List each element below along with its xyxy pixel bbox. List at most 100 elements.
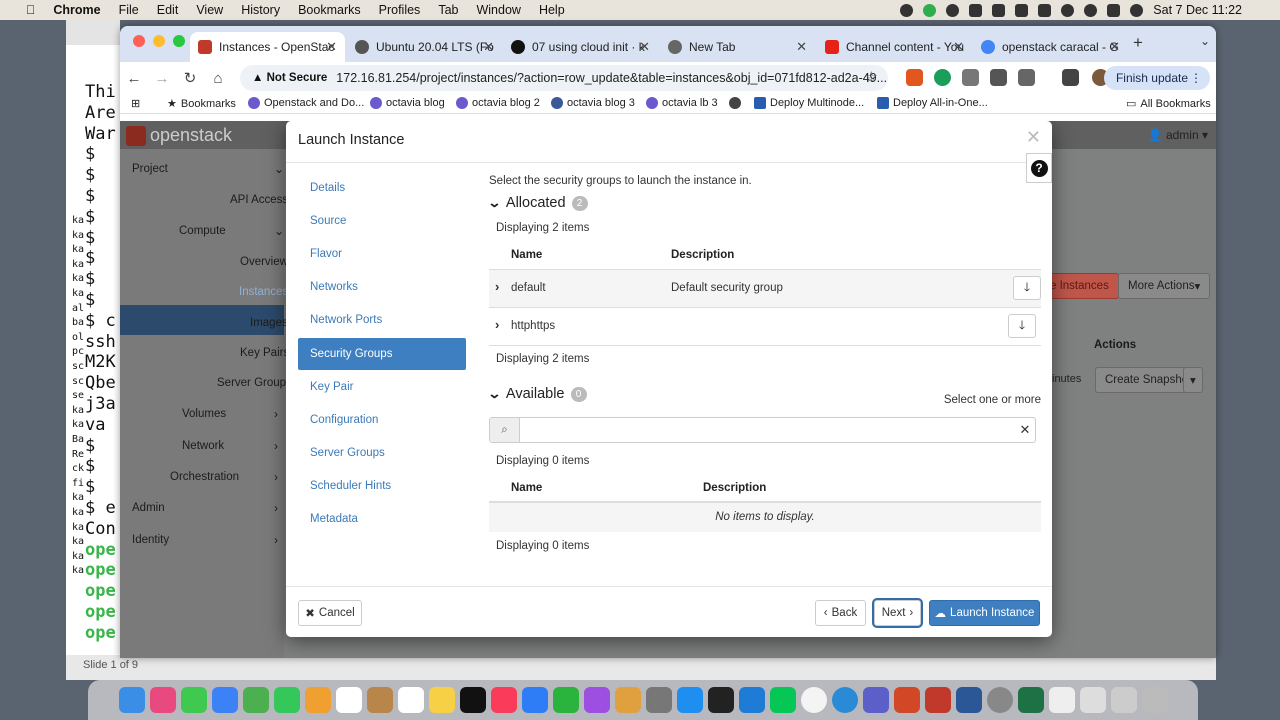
- allocated-header[interactable]: ⌄ Allocated 2: [487, 195, 588, 211]
- tex-icon[interactable]: [986, 687, 1013, 713]
- bookmark-octavia-blog-2[interactable]: octavia blog 2: [456, 97, 540, 109]
- bookmark-star-icon[interactable]: ☆: [865, 68, 878, 86]
- menu-history[interactable]: History: [241, 3, 280, 17]
- bookmark-octavia-blog-3[interactable]: octavia blog 3: [551, 97, 635, 109]
- sidebar-item-compute[interactable]: Compute: [179, 225, 226, 237]
- tab-instances[interactable]: Instances - OpenStac ✕: [190, 32, 345, 62]
- messages-icon[interactable]: [180, 687, 207, 713]
- system-settings-icon[interactable]: [645, 687, 672, 713]
- photos-icon[interactable]: [304, 687, 331, 713]
- wizard-step-source[interactable]: Source: [298, 205, 466, 237]
- powerpoint-icon[interactable]: [893, 687, 920, 713]
- wizard-step-configuration[interactable]: Configuration: [298, 404, 466, 436]
- extensions-puzzle-icon[interactable]: [1018, 69, 1035, 86]
- extension-qr-icon[interactable]: [990, 69, 1007, 86]
- trash-icon[interactable]: [1141, 687, 1168, 713]
- extension-sc-icon[interactable]: [906, 69, 923, 86]
- close-tab-icon[interactable]: ✕: [326, 39, 337, 55]
- menu-edit[interactable]: Edit: [157, 3, 179, 17]
- clear-search-icon[interactable]: ✕: [1015, 418, 1035, 442]
- sidebar-item-overview[interactable]: Overview: [240, 256, 288, 268]
- bookmark-deploy-multinode[interactable]: Deploy Multinode...: [754, 97, 864, 109]
- forward-arrow-icon[interactable]: →: [148, 70, 176, 87]
- sidebar-item-admin[interactable]: Admin: [132, 502, 165, 514]
- launch-instance-button[interactable]: ☁ Launch Instance: [929, 600, 1040, 626]
- deallocate-button[interactable]: 🡓: [1013, 276, 1041, 300]
- tab-google[interactable]: openstack caracal - G ✕: [973, 32, 1128, 62]
- user-menu[interactable]: 👤 admin ▾: [1148, 128, 1208, 142]
- bookmark-octavia-lb-3[interactable]: octavia lb 3: [646, 97, 718, 109]
- menu-app-name[interactable]: Chrome: [53, 3, 100, 17]
- zoom-window-button[interactable]: [173, 35, 185, 47]
- finder-icon[interactable]: [118, 687, 145, 713]
- menu-help[interactable]: Help: [539, 3, 565, 17]
- terminal-icon[interactable]: [707, 687, 734, 713]
- reload-icon[interactable]: ↻: [176, 69, 204, 87]
- apps-grid-icon[interactable]: ⊞: [131, 97, 140, 110]
- menu-profiles[interactable]: Profiles: [379, 3, 421, 17]
- edge-icon[interactable]: [831, 687, 858, 713]
- wizard-step-key-pair[interactable]: Key Pair: [298, 371, 466, 403]
- notes-icon[interactable]: [428, 687, 455, 713]
- tab-search-icon[interactable]: ⌄: [1200, 34, 1210, 48]
- preview-icon[interactable]: [1048, 687, 1075, 713]
- line-app-icon[interactable]: [769, 687, 796, 713]
- sidebar-item-instances[interactable]: Instances: [239, 286, 288, 298]
- background-terminal[interactable]: Thi Are War $ $ $ $ $ $ $ $ $ c ssh M2K Qbe j3a va $ $ $ $ e…: [66, 20, 120, 680]
- url-text[interactable]: 172.16.81.254/project/instances/?action=…: [336, 71, 887, 85]
- wizard-step-server-groups[interactable]: Server Groups: [298, 437, 466, 469]
- maps-icon[interactable]: [242, 687, 269, 713]
- wifi-icon[interactable]: [1061, 3, 1075, 17]
- display-icon[interactable]: [992, 3, 1006, 17]
- sidebar-item-orchestration[interactable]: Orchestration: [170, 471, 239, 483]
- excel-icon[interactable]: [1017, 687, 1044, 713]
- tab-youtube[interactable]: Channel content - You ✕: [817, 32, 972, 62]
- menu-window[interactable]: Window: [476, 3, 520, 17]
- download-icon[interactable]: [1062, 69, 1079, 86]
- documents-icon[interactable]: [1079, 687, 1106, 713]
- numbers-icon[interactable]: [552, 687, 579, 713]
- wizard-step-metadata[interactable]: Metadata: [298, 503, 466, 535]
- more-actions-button[interactable]: More Actions ▾: [1118, 273, 1211, 299]
- spotlight-icon[interactable]: [1084, 3, 1098, 17]
- bookmark-octavia-blog[interactable]: octavia blog: [370, 97, 445, 109]
- bookmark-bookmarks[interactable]: ★ Bookmarks: [167, 97, 236, 111]
- teams-icon[interactable]: [862, 687, 889, 713]
- close-tab-icon[interactable]: ✕: [796, 39, 807, 55]
- pages-icon[interactable]: [614, 687, 641, 713]
- wizard-step-network-ports[interactable]: Network Ports: [298, 304, 466, 336]
- calendar-icon[interactable]: [335, 687, 362, 713]
- mail-icon[interactable]: [211, 687, 238, 713]
- podcasts-icon[interactable]: [583, 687, 610, 713]
- bookmark-deploy-all-in-one[interactable]: Deploy All-in-One...: [877, 97, 988, 109]
- menu-view[interactable]: View: [196, 3, 223, 17]
- sidebar-item-network[interactable]: Network: [182, 440, 224, 452]
- cancel-button[interactable]: ✖ Cancel: [298, 600, 362, 626]
- word-icon[interactable]: [955, 687, 982, 713]
- acrobat-icon[interactable]: [924, 687, 951, 713]
- deallocate-button[interactable]: 🡓: [1008, 314, 1036, 338]
- back-button[interactable]: ‹ Back: [815, 600, 866, 626]
- search-input[interactable]: [520, 418, 1015, 442]
- new-tab-icon[interactable]: +: [1133, 33, 1143, 53]
- menubar-clock[interactable]: Sat 7 Dec 11:22: [1153, 3, 1242, 17]
- app-store-icon[interactable]: [676, 687, 703, 713]
- keynote-icon[interactable]: [521, 687, 548, 713]
- sidebar-item-server-groups[interactable]: Server Groups: [217, 377, 292, 389]
- wizard-step-security-groups[interactable]: Security Groups: [298, 337, 466, 370]
- bluetooth-icon[interactable]: [1015, 3, 1029, 17]
- close-tab-icon[interactable]: ✕: [1109, 39, 1120, 55]
- finish-update-button[interactable]: Finish update ⋮: [1103, 66, 1210, 90]
- home-icon[interactable]: ⌂: [204, 70, 232, 87]
- wizard-step-scheduler-hints[interactable]: Scheduler Hints: [298, 470, 466, 502]
- globe-bookmark-icon[interactable]: [729, 97, 741, 109]
- launchpad-icon[interactable]: [149, 687, 176, 713]
- sidebar-item-project[interactable]: Project: [132, 163, 168, 175]
- control-center-icon[interactable]: [1107, 3, 1121, 17]
- minimize-window-button[interactable]: [153, 35, 165, 47]
- sidebar-item-identity[interactable]: Identity: [132, 534, 169, 546]
- menu-tab[interactable]: Tab: [438, 3, 458, 17]
- extension-chat-icon[interactable]: [962, 69, 979, 86]
- all-bookmarks[interactable]: ▭ All Bookmarks: [1126, 97, 1211, 111]
- chevron-right-icon[interactable]: ›: [495, 317, 499, 332]
